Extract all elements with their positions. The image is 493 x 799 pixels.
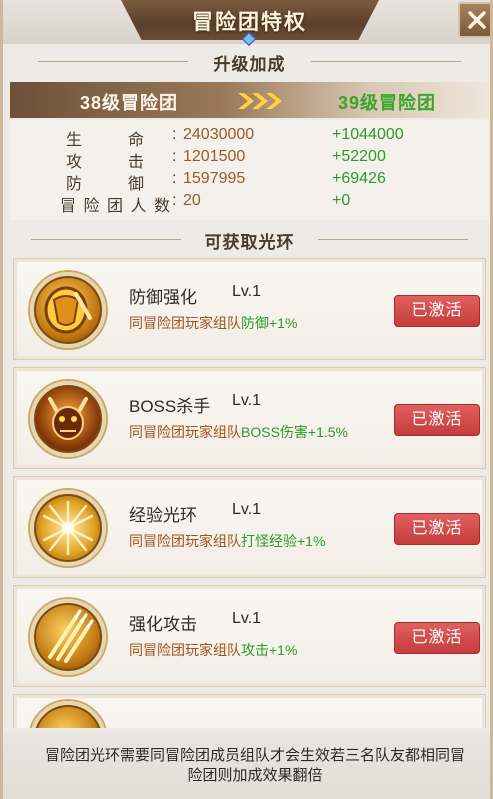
upgrade-section-title: 升级加成 bbox=[213, 55, 286, 74]
aura-level: Lv.1 bbox=[232, 610, 262, 627]
stat-label: 防御 bbox=[66, 176, 172, 193]
footer-note: 冒险团光环需要同冒险团成员组队才会生效若三名队友都相同冒险团则加成效果翻倍 bbox=[45, 747, 466, 784]
aura-description: 同冒险团玩家组队攻击+1% bbox=[129, 640, 297, 660]
divider bbox=[38, 61, 188, 62]
aura-level: Lv.1 bbox=[232, 283, 262, 300]
stat-colon: : bbox=[172, 148, 177, 165]
stat-colon: : bbox=[172, 170, 177, 187]
light-rays-icon bbox=[30, 490, 106, 566]
aura-card-boss-killer: BOSS杀手 Lv.1 同冒险团玩家组队BOSS伤害+1.5% 已激活 bbox=[13, 367, 486, 469]
aura-card-partial bbox=[13, 694, 486, 728]
stat-value: 1201500 bbox=[183, 148, 246, 165]
aura-desc-prefix: 同冒险团玩家组队 bbox=[129, 424, 241, 440]
aura-name: 经验光环 bbox=[129, 506, 197, 525]
stat-label: 生命 bbox=[66, 132, 172, 149]
divider bbox=[311, 61, 461, 62]
stat-increase: +1044000 bbox=[332, 126, 404, 143]
aura-name: 强化攻击 bbox=[129, 615, 197, 634]
stat-value: 20 bbox=[183, 192, 201, 209]
stat-row-defense: 防御 : 1597995 +69426 bbox=[10, 170, 489, 193]
aura-name: 防御强化 bbox=[129, 288, 197, 307]
aura-desc-prefix: 同冒险团玩家组队 bbox=[129, 315, 241, 331]
aura-card-exp: 经验光环 Lv.1 同冒险团玩家组队打怪经验+1% 已激活 bbox=[13, 476, 486, 578]
aura-desc-effect: 防御+1% bbox=[241, 315, 298, 331]
aura-list[interactable]: 防御强化 Lv.1 同冒险团玩家组队防御+1% 已激活 BOSS杀手 Lv.1 … bbox=[13, 258, 486, 728]
aura-level: Lv.1 bbox=[232, 392, 262, 409]
stat-value: 24030000 bbox=[183, 126, 255, 143]
aura-description: 同冒险团玩家组队防御+1% bbox=[129, 313, 297, 333]
aura-card-attack: 强化攻击 Lv.1 同冒险团玩家组队攻击+1% 已激活 bbox=[13, 585, 486, 687]
auras-section-title: 可获取光环 bbox=[204, 233, 295, 252]
stat-label: 攻击 bbox=[66, 154, 172, 171]
title-bar: 冒险团特权 bbox=[3, 0, 490, 47]
aura-level: Lv.1 bbox=[232, 501, 262, 518]
level-banner: 38级冒险团 39级冒险团 bbox=[10, 82, 489, 118]
swords-icon bbox=[30, 599, 106, 675]
stat-value: 1597995 bbox=[183, 170, 246, 187]
stat-increase: +0 bbox=[332, 192, 351, 209]
aura-desc-prefix: 同冒险团玩家组队 bbox=[129, 533, 241, 549]
aura-icon bbox=[30, 701, 106, 728]
stat-increase: +69426 bbox=[332, 170, 386, 187]
aura-name: BOSS杀手 bbox=[129, 397, 211, 416]
aura-desc-prefix: 同冒险团玩家组队 bbox=[129, 642, 241, 658]
divider bbox=[318, 239, 468, 240]
guild-privilege-panel: 冒险团特权 升级加成 38级冒险团 39级冒险团 生命 : 24030000 +… bbox=[0, 0, 493, 799]
stat-increase: +52200 bbox=[332, 148, 386, 165]
activated-button[interactable]: 已激活 bbox=[394, 404, 480, 436]
stat-label: 冒险团人数 bbox=[60, 198, 170, 215]
stat-row-hp: 生命 : 24030000 +1044000 bbox=[10, 126, 489, 149]
stat-colon: : bbox=[172, 192, 177, 209]
aura-description: 同冒险团玩家组队BOSS伤害+1.5% bbox=[129, 422, 348, 442]
chevron-right-icon bbox=[238, 93, 282, 109]
activated-button[interactable]: 已激活 bbox=[394, 513, 480, 545]
next-level: 39级冒险团 bbox=[338, 93, 437, 113]
aura-description: 同冒险团玩家组队打怪经验+1% bbox=[129, 531, 325, 551]
footer-note-area: 冒险团光环需要同冒险团成员组队才会生效若三名队友都相同冒险团则加成效果翻倍 bbox=[3, 732, 490, 799]
aura-card-defense: 防御强化 Lv.1 同冒险团玩家组队防御+1% 已激活 bbox=[13, 258, 486, 360]
stats-table: 生命 : 24030000 +1044000 攻击 : 1201500 +522… bbox=[10, 120, 489, 220]
close-icon bbox=[468, 11, 486, 29]
divider bbox=[31, 239, 181, 240]
activated-button[interactable]: 已激活 bbox=[394, 622, 480, 654]
upgrade-section-header: 升级加成 bbox=[3, 50, 490, 75]
close-button[interactable] bbox=[458, 2, 490, 38]
stat-row-members: 冒险团人数 : 20 +0 bbox=[10, 192, 489, 215]
aura-desc-effect: BOSS伤害+1.5% bbox=[241, 424, 348, 440]
demon-icon bbox=[30, 381, 106, 457]
shield-icon bbox=[30, 272, 106, 348]
stat-row-attack: 攻击 : 1201500 +52200 bbox=[10, 148, 489, 171]
aura-desc-effect: 攻击+1% bbox=[241, 642, 298, 658]
current-level: 38级冒险团 bbox=[80, 93, 179, 113]
aura-desc-effect: 打怪经验+1% bbox=[241, 533, 326, 549]
stat-colon: : bbox=[172, 126, 177, 143]
auras-section-header: 可获取光环 bbox=[3, 228, 490, 253]
activated-button[interactable]: 已激活 bbox=[394, 295, 480, 327]
